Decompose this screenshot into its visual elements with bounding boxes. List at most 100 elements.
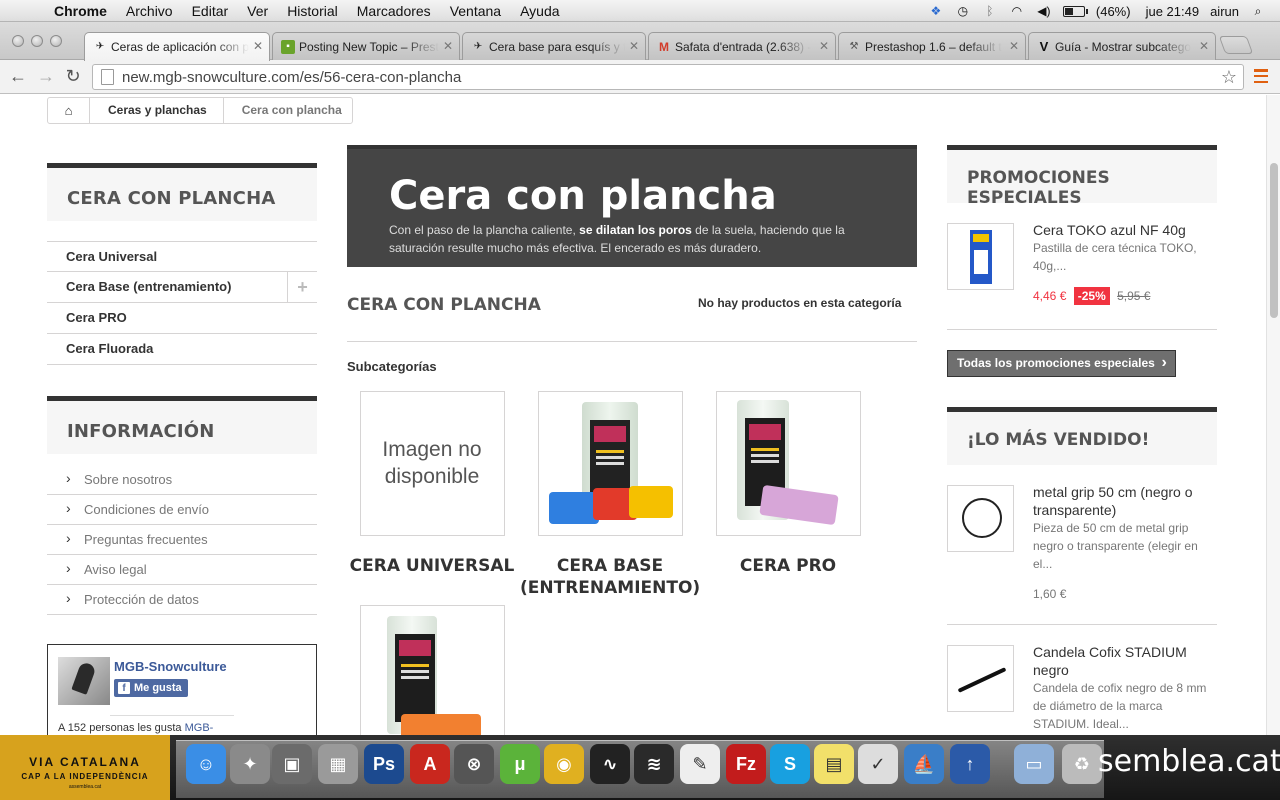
menu-editar[interactable]: Editar xyxy=(192,3,229,19)
chrome-icon[interactable]: ◉ xyxy=(544,744,584,784)
finder-icon[interactable]: ☺ xyxy=(186,744,226,784)
bestseller-image[interactable] xyxy=(947,645,1014,712)
tab-close-icon[interactable]: ✕ xyxy=(819,39,829,53)
volume-icon[interactable]: ◀) xyxy=(1036,4,1052,18)
address-url[interactable]: new.mgb-snowculture.com/es/56-cera-con-p… xyxy=(122,69,461,86)
back-arrow-icon[interactable]: ← xyxy=(8,66,28,87)
info-link-sobre-nosotros[interactable]: Sobre nosotros xyxy=(47,464,317,495)
tab-close-icon[interactable]: ✕ xyxy=(629,39,639,53)
promo-product-image[interactable] xyxy=(947,223,1014,290)
stickies-icon[interactable]: ▤ xyxy=(814,744,854,784)
tab-close-icon[interactable]: ✕ xyxy=(443,39,453,53)
acrobat-icon[interactable]: A xyxy=(410,744,450,784)
omnifocus-icon[interactable]: ✓ xyxy=(858,744,898,784)
subcategory-card-fluorada[interactable] xyxy=(342,605,522,735)
bestsellers-block-title[interactable]: ¡LO MÁS VENDIDO! xyxy=(947,407,1217,465)
zoom-window-button[interactable] xyxy=(50,35,62,47)
close-window-button[interactable] xyxy=(12,35,24,47)
spotify-icon[interactable]: ≋ xyxy=(634,744,674,784)
uploader-icon[interactable]: ↑ xyxy=(950,744,990,784)
subcategory-card-universal[interactable]: Imagen no disponible CERA UNIVERSAL xyxy=(342,391,522,577)
subcategory-name[interactable]: CERA PRO xyxy=(698,555,878,577)
bestseller-name[interactable]: metal grip 50 cm (negro o transparente) xyxy=(1033,483,1217,519)
skype-icon[interactable]: S xyxy=(770,744,810,784)
forward-arrow-icon[interactable]: → xyxy=(36,66,56,87)
tab-cera-base[interactable]: ✈ Cera base para esquís y t ✕ xyxy=(462,32,646,60)
menu-marcadores[interactable]: Marcadores xyxy=(357,3,431,19)
subcategory-image[interactable] xyxy=(537,391,683,536)
utorrent-icon[interactable]: μ xyxy=(500,744,540,784)
folder-icon[interactable]: ▭ xyxy=(1014,744,1054,784)
tab-ceras-aplicacion[interactable]: ✈ Ceras de aplicación con p ✕ xyxy=(84,32,270,61)
reload-icon[interactable]: ↻ xyxy=(63,66,83,87)
menu-historial[interactable]: Historial xyxy=(287,3,338,19)
photo-icon[interactable]: ▣ xyxy=(272,744,312,784)
subcategory-name[interactable]: CERA BASE (ENTRENAMIENTO) xyxy=(520,555,700,599)
page-scrollbar[interactable] xyxy=(1266,95,1280,735)
new-tab-button[interactable] xyxy=(1218,36,1254,54)
tab-safata-entrada[interactable]: M Safata d'entrada (2.638) - ✕ xyxy=(648,32,836,60)
all-promotions-button[interactable]: Todas los promociones especiales xyxy=(947,350,1176,377)
category-item-fluorada[interactable]: Cera Fluorada xyxy=(47,334,317,365)
spotlight-search-icon[interactable]: ⌕ xyxy=(1250,4,1266,18)
menu-ayuda[interactable]: Ayuda xyxy=(520,3,559,19)
clock[interactable]: jue 21:49 xyxy=(1146,4,1200,19)
category-item-universal[interactable]: Cera Universal xyxy=(47,241,317,272)
subcategory-image[interactable] xyxy=(715,391,861,536)
subcategory-image[interactable]: Imagen no disponible xyxy=(359,391,505,536)
category-block-title[interactable]: CERA CON PLANCHA xyxy=(47,163,317,221)
app-store-icon[interactable]: ⊗ xyxy=(454,744,494,784)
facebook-page-name[interactable]: MGB-Snowculture xyxy=(114,659,227,674)
battery-icon[interactable] xyxy=(1062,5,1088,17)
textedit-icon[interactable]: ✎ xyxy=(680,744,720,784)
menu-ventana[interactable]: Ventana xyxy=(450,3,501,19)
subcategory-card-pro[interactable]: CERA PRO xyxy=(698,391,878,577)
category-item-base[interactable]: Cera Base (entrenamiento) + xyxy=(47,272,317,303)
promotions-block-title[interactable]: PROMOCIONES ESPECIALES xyxy=(947,145,1217,208)
activity-monitor-icon[interactable]: ∿ xyxy=(590,744,630,784)
promo-product-name[interactable]: Cera TOKO azul NF 40g xyxy=(1033,221,1217,239)
facebook-page-avatar[interactable] xyxy=(58,657,110,705)
dropbox-icon[interactable]: ❖ xyxy=(928,4,944,18)
menu-archivo[interactable]: Archivo xyxy=(126,3,173,19)
like-count-link[interactable]: MGB- xyxy=(185,722,214,734)
trash-icon[interactable]: ♻ xyxy=(1062,744,1102,784)
bestseller-image[interactable] xyxy=(947,485,1014,552)
tab-close-icon[interactable]: ✕ xyxy=(1199,39,1209,53)
time-machine-icon[interactable]: ◷ xyxy=(955,4,971,18)
subcategory-name[interactable]: CERA UNIVERSAL xyxy=(342,555,522,577)
address-bar[interactable]: new.mgb-snowculture.com/es/56-cera-con-p… xyxy=(92,64,1244,90)
filezilla-icon[interactable]: Fz xyxy=(726,744,766,784)
home-icon[interactable]: ⌂ xyxy=(48,98,90,123)
user-name[interactable]: airun xyxy=(1210,4,1239,19)
bestseller-name[interactable]: Candela Cofix STADIUM negro xyxy=(1033,643,1217,679)
ftp-client-icon[interactable]: ⛵ xyxy=(904,744,944,784)
menu-ver[interactable]: Ver xyxy=(247,3,268,19)
wifi-icon[interactable]: ◠ xyxy=(1009,4,1025,18)
launchpad-icon[interactable]: ✦ xyxy=(230,744,270,784)
info-link-proteccion-datos[interactable]: Protección de datos xyxy=(47,584,317,615)
breadcrumb-ceras-planchas[interactable]: Ceras y planchas xyxy=(90,98,224,123)
tab-close-icon[interactable]: ✕ xyxy=(253,39,263,53)
facebook-like-button[interactable]: f Me gusta xyxy=(114,679,188,697)
expand-plus-icon[interactable]: + xyxy=(287,272,317,302)
tab-close-icon[interactable]: ✕ xyxy=(1009,39,1019,53)
photoshop-icon[interactable]: Ps xyxy=(364,744,404,784)
info-link-preguntas[interactable]: Preguntas frecuentes xyxy=(47,524,317,555)
chrome-menu-icon[interactable] xyxy=(1254,69,1268,83)
calculator-icon[interactable]: ▦ xyxy=(318,744,358,784)
subcategory-card-base[interactable]: CERA BASE (ENTRENAMIENTO) xyxy=(520,391,700,599)
scrollbar-thumb[interactable] xyxy=(1270,163,1278,318)
category-item-pro[interactable]: Cera PRO xyxy=(47,303,317,334)
minimize-window-button[interactable] xyxy=(31,35,43,47)
menu-app-chrome[interactable]: Chrome xyxy=(54,3,107,19)
tab-posting-new-topic[interactable]: ▪ Posting New Topic – Prest ✕ xyxy=(272,32,460,60)
info-link-condiciones-envio[interactable]: Condiciones de envío xyxy=(47,494,317,525)
bluetooth-icon[interactable]: ᛒ xyxy=(982,4,998,18)
bookmark-star-icon[interactable]: ☆ xyxy=(1221,67,1237,88)
subcategory-image[interactable] xyxy=(359,605,505,735)
info-link-aviso-legal[interactable]: Aviso legal xyxy=(47,554,317,585)
tab-guia-subcategorias[interactable]: V Guía - Mostrar subcatego ✕ xyxy=(1028,32,1216,60)
tab-prestashop-default[interactable]: ⚒ Prestashop 1.6 – default t ✕ xyxy=(838,32,1026,60)
info-block-title[interactable]: INFORMACIÓN xyxy=(47,396,317,454)
